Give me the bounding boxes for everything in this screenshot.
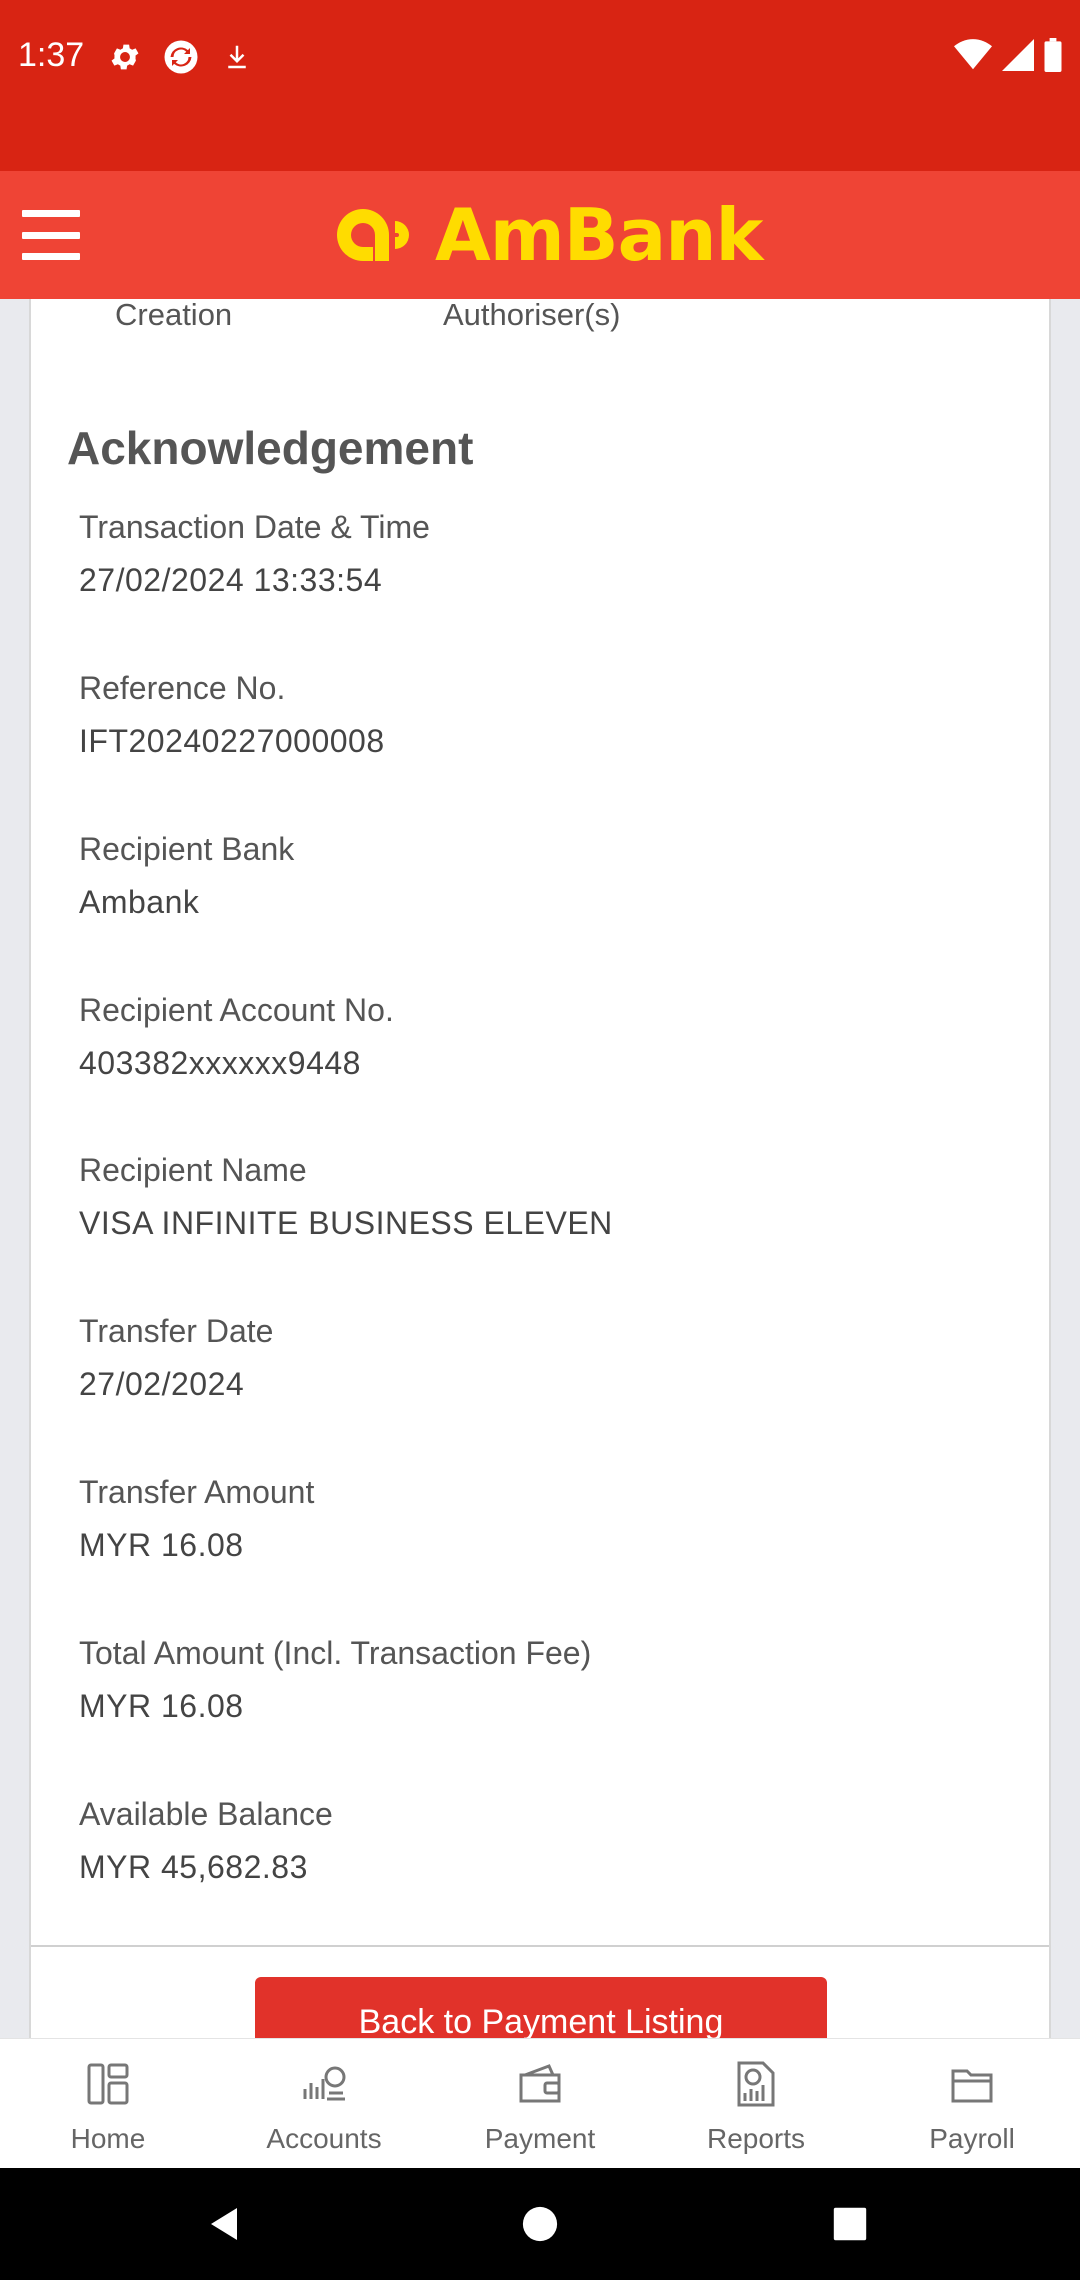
nav-label: Payment [484,2123,596,2154]
status-time: 1:37 [18,36,85,74]
status-bar: 1:37 [0,0,1080,171]
nav-label: Accounts [266,2123,382,2154]
signal-icon [1002,39,1034,76]
detail-label: Recipient Bank [79,831,295,867]
nav-item-home[interactable]: Home [0,2039,216,2168]
nav-item-accounts[interactable]: Accounts [216,2039,432,2168]
wallet-icon [519,2064,561,2103]
hamburger-menu-icon[interactable] [20,205,82,265]
authorisers-label: Authoriser(s) [443,299,621,332]
status-icons-left [106,38,256,76]
detail-label: Recipient Account No. [79,992,394,1028]
detail-label: Reference No. [79,670,286,706]
detail-value: 403382xxxxxx9448 [79,1045,361,1081]
detail-recipient-bank: Recipient Bank Ambank [79,829,999,922]
nav-label: Reports [706,2123,806,2154]
section-title: Acknowledgement [67,422,474,474]
divider [31,1945,1049,1947]
payroll-icon [951,2069,993,2103]
detail-value: MYR 16.08 [79,1688,244,1724]
nav-label: Home [70,2123,146,2154]
detail-value: MYR 16.08 [79,1527,244,1563]
detail-label: Transfer Amount [79,1474,315,1510]
detail-value: Ambank [79,884,200,920]
nav-item-reports[interactable]: Reports [648,2039,864,2168]
back-to-payment-listing-button[interactable]: Back to Payment Listing [255,1977,827,2038]
detail-reference-no: Reference No. IFT20240227000008 [79,668,999,761]
detail-label: Transfer Date [79,1313,274,1349]
nav-item-payment[interactable]: Payment [432,2039,648,2168]
wifi-icon [954,39,992,76]
detail-label: Recipient Name [79,1152,307,1188]
settings-icon [106,38,144,76]
reports-icon [737,2061,775,2107]
detail-transfer-amount: Transfer Amount MYR 16.08 [79,1472,999,1565]
ambank-logo-mark-icon [337,209,409,261]
system-nav-bar [0,2168,1080,2280]
detail-total-amount: Total Amount (Incl. Transaction Fee) MYR… [79,1633,999,1726]
accounts-icon [303,2066,346,2101]
detail-value: MYR 45,682.83 [79,1849,308,1885]
back-icon[interactable] [190,2168,260,2280]
creation-label: Creation [115,299,233,332]
detail-value: 27/02/2024 13:33:54 [79,562,383,598]
download-icon [218,38,256,76]
battery-icon [1044,38,1062,77]
detail-available-balance: Available Balance MYR 45,682.83 [79,1794,999,1887]
detail-recipient-name: Recipient Name VISA INFINITE BUSINESS EL… [79,1150,999,1243]
detail-label: Available Balance [79,1796,333,1832]
bottom-nav: Home Accounts Payment Reports Payroll [0,2038,1080,2168]
home-circle-icon[interactable] [505,2168,575,2280]
ambank-logo: AmBank [333,193,763,277]
app-header: AmBank [0,171,1080,299]
detail-value: 27/02/2024 [79,1366,245,1402]
detail-value: IFT20240227000008 [79,723,385,759]
detail-recipient-account: Recipient Account No. 403382xxxxxx9448 [79,990,999,1083]
nav-label: Payroll [929,2123,1015,2154]
previous-summary-row: Creation Authoriser(s) [31,299,1049,339]
detail-value: VISA INFINITE BUSINESS ELEVEN [79,1205,613,1241]
detail-label: Total Amount (Incl. Transaction Fee) [79,1635,592,1671]
acknowledgement-card: Creation Authoriser(s) Acknowledgement T… [29,299,1051,2038]
status-icons-right [954,38,1062,77]
detail-transaction-datetime: Transaction Date & Time 27/02/2024 13:33… [79,507,999,600]
home-icon [87,2063,129,2105]
brand-name: AmBank [435,193,763,277]
recents-icon[interactable] [815,2168,885,2280]
nav-item-payroll[interactable]: Payroll [864,2039,1080,2168]
sync-icon [162,38,200,76]
detail-transfer-date: Transfer Date 27/02/2024 [79,1311,999,1404]
detail-label: Transaction Date & Time [79,509,430,545]
